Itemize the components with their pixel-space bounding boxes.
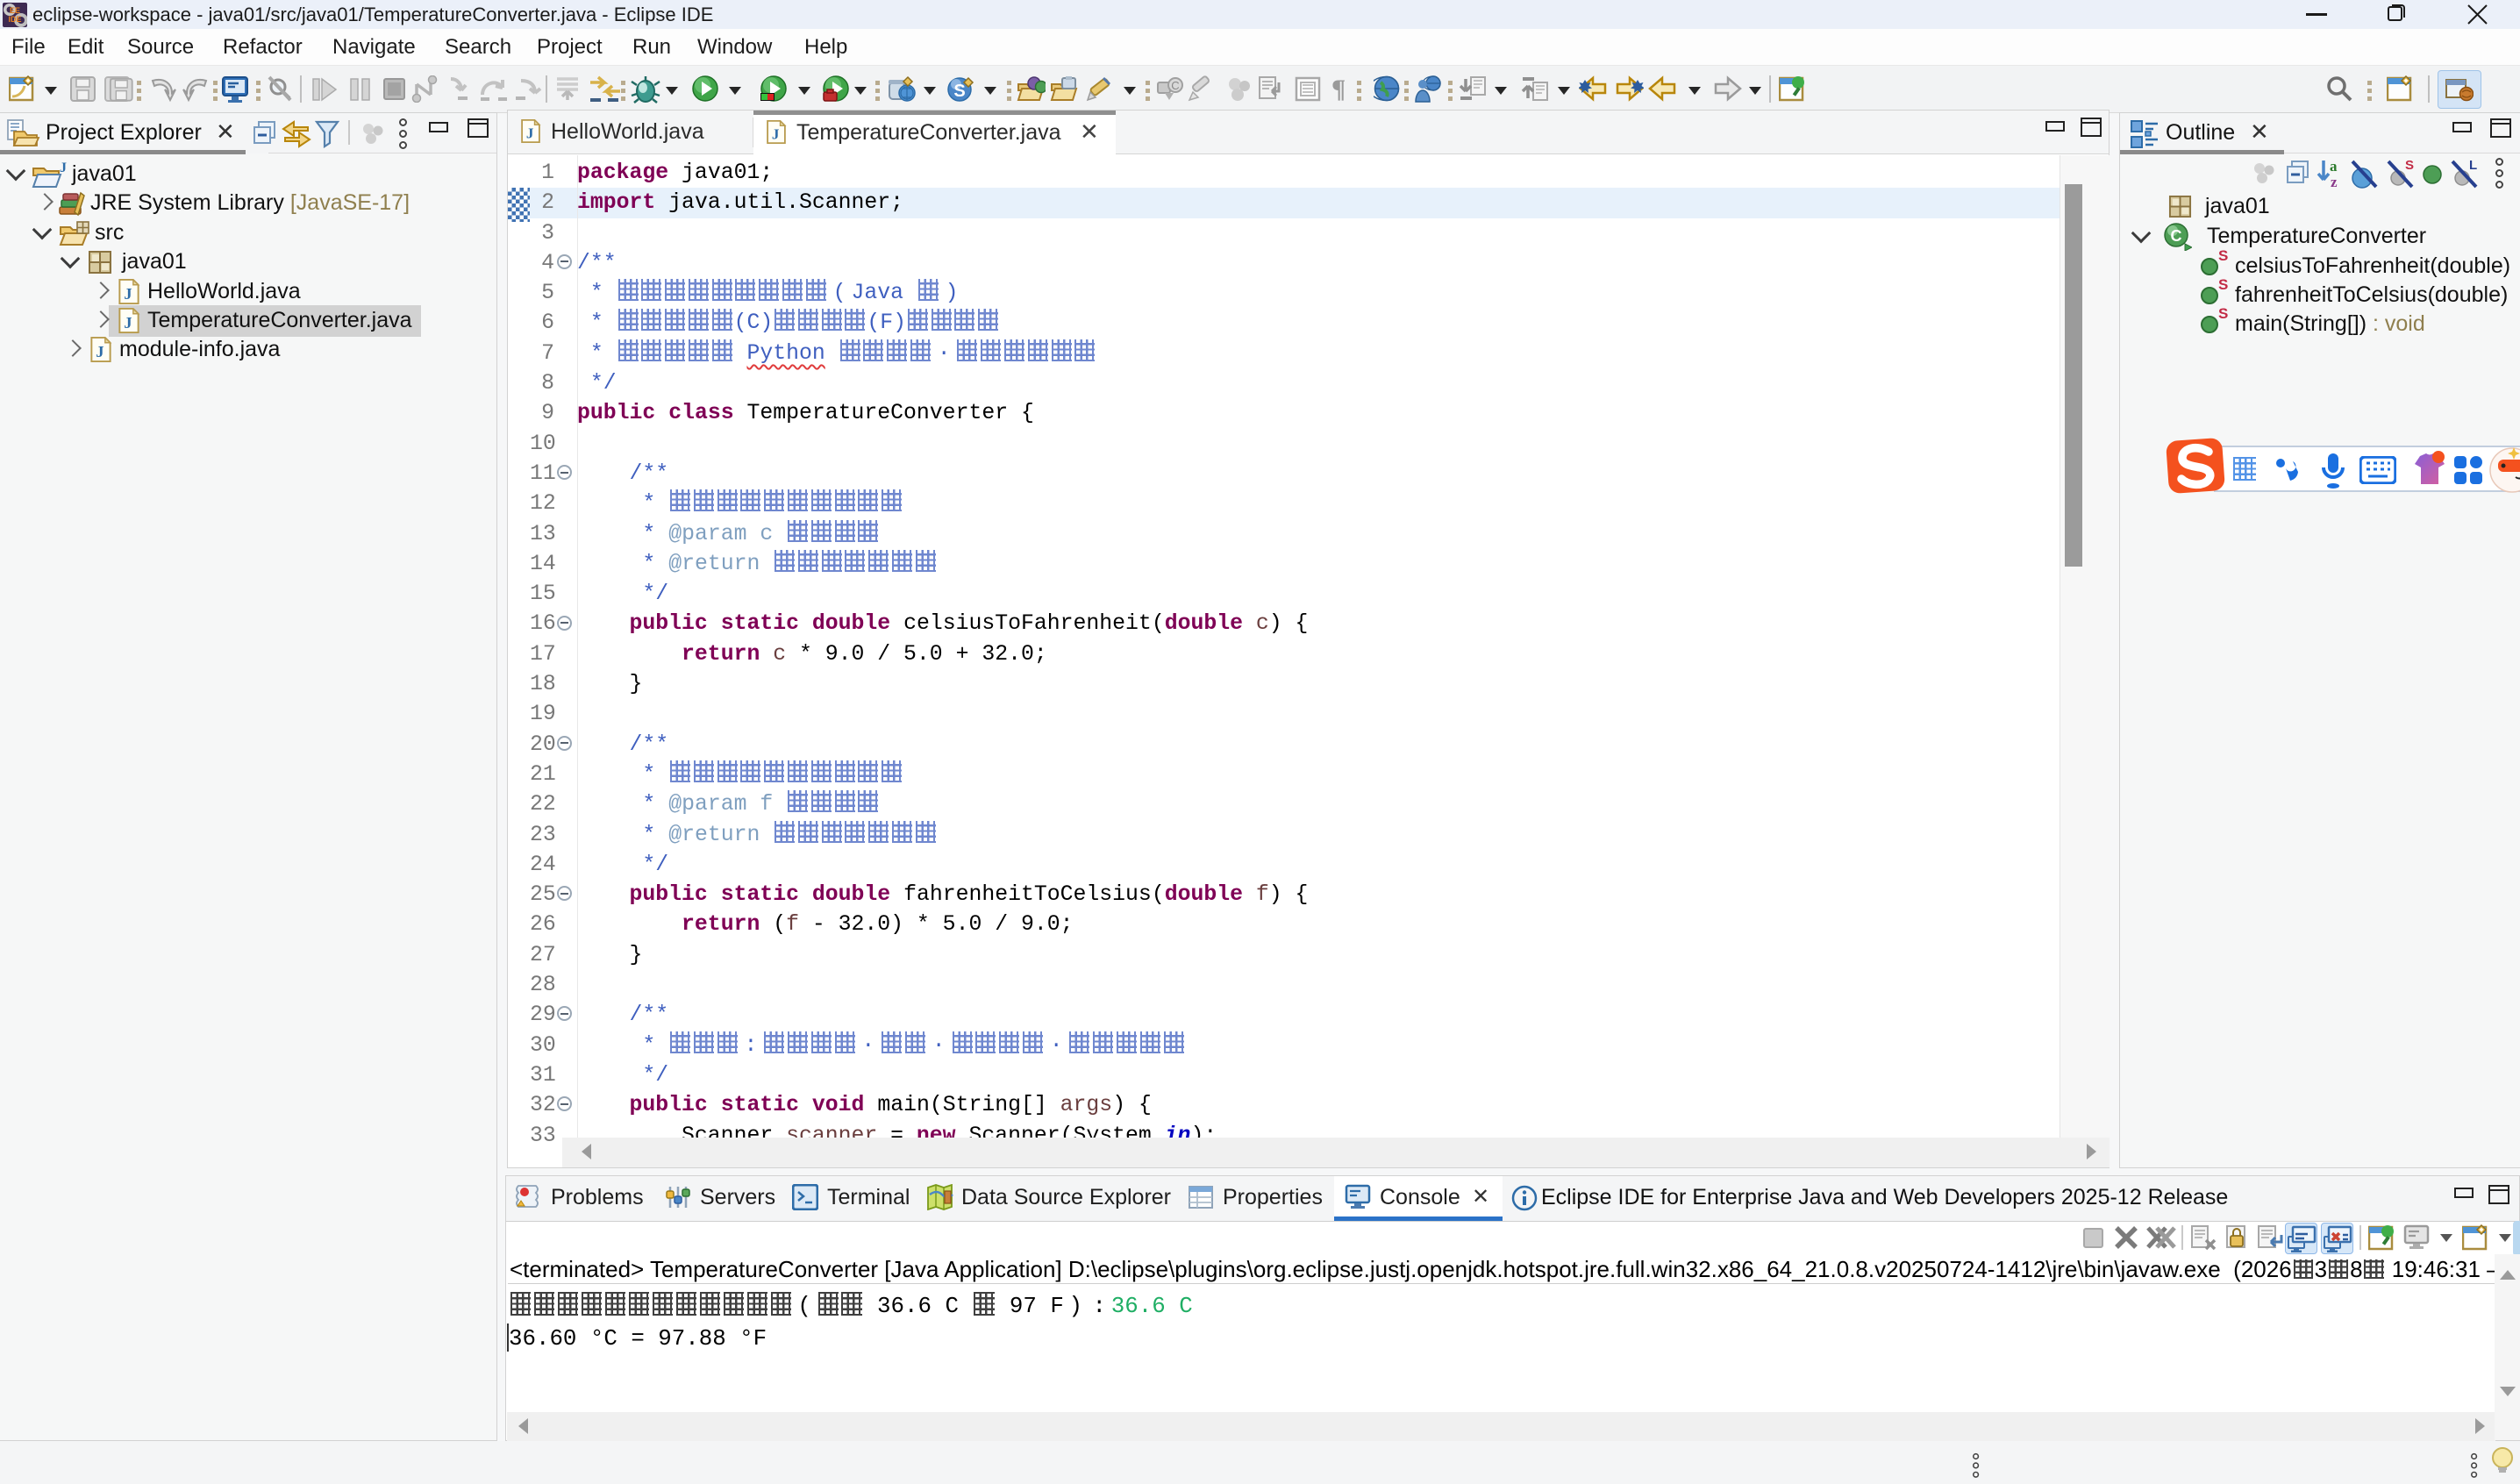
svg-text:S: S [2405,159,2414,173]
svg-text:IDE: IDE [8,15,21,24]
svg-text:J: J [772,126,780,143]
svg-text:z: z [2331,174,2338,189]
svg-text:J: J [124,285,132,303]
svg-text:¶: ¶ [1331,75,1346,103]
svg-text:J: J [96,343,104,360]
svg-text:C: C [2171,227,2182,245]
svg-text:J: J [526,125,534,142]
svg-text:J: J [124,314,132,332]
svg-text:C: C [1171,79,1179,92]
svg-text:EE: EE [10,6,20,15]
svg-text:a: a [2330,159,2338,175]
svg-text:L: L [2469,159,2477,173]
svg-text:J: J [60,161,67,175]
svg-text:S: S [953,82,965,101]
